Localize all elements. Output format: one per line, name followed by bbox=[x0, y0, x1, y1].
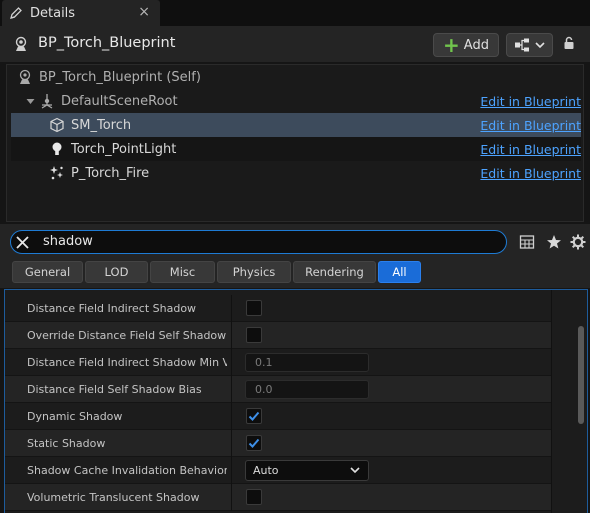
dropdown-value: Auto bbox=[253, 464, 279, 477]
property-name: Distance Field Indirect Shadow Min Visib… bbox=[27, 356, 227, 369]
filter-all[interactable]: All bbox=[378, 261, 421, 283]
edit-in-blueprint-link[interactable]: Edit in Blueprint bbox=[480, 166, 581, 181]
property-row: Static Shadow bbox=[5, 430, 551, 457]
column-divider[interactable] bbox=[231, 295, 232, 322]
tree-item-label: DefaultSceneRoot bbox=[61, 93, 178, 109]
filter-rendering[interactable]: Rendering bbox=[293, 261, 376, 283]
static-mesh-icon bbox=[50, 117, 64, 133]
star-icon[interactable] bbox=[546, 234, 562, 250]
tree-item-label: SM_Torch bbox=[71, 117, 132, 133]
column-divider[interactable] bbox=[231, 430, 232, 457]
table-view-icon[interactable] bbox=[519, 234, 535, 250]
column-divider[interactable] bbox=[231, 349, 232, 376]
scene-root-icon bbox=[41, 94, 53, 109]
reset-column-divider bbox=[551, 290, 552, 513]
tree-row-sm-torch[interactable]: SM_Torch Edit in Blueprint bbox=[11, 113, 581, 137]
search-input[interactable]: shadow bbox=[10, 230, 507, 254]
property-checkbox[interactable] bbox=[246, 327, 262, 343]
tree-row-self[interactable]: BP_Torch_Blueprint (Self) bbox=[11, 65, 581, 89]
close-icon[interactable]: × bbox=[138, 4, 150, 20]
property-row: Distance Field Self Shadow Bias 0.0 bbox=[5, 376, 551, 403]
column-divider[interactable] bbox=[231, 457, 232, 484]
tab-bar: Details × bbox=[0, 0, 590, 26]
property-row: Distance Field Indirect Shadow bbox=[5, 295, 551, 322]
edit-in-blueprint-link[interactable]: Edit in Blueprint bbox=[480, 142, 581, 157]
property-checkbox[interactable] bbox=[246, 435, 262, 451]
tab-details[interactable]: Details × bbox=[2, 0, 160, 26]
property-name: Distance Field Self Shadow Bias bbox=[27, 383, 202, 396]
component-tree: BP_Torch_Blueprint (Self) DefaultSceneRo… bbox=[6, 64, 584, 222]
filter-misc[interactable]: Misc bbox=[150, 261, 215, 283]
tree-item-label: Torch_PointLight bbox=[71, 141, 177, 157]
expand-arrow-icon[interactable] bbox=[26, 97, 35, 106]
add-component-button[interactable]: + Add bbox=[433, 33, 499, 57]
property-row: Volumetric Translucent Shadow bbox=[5, 484, 551, 511]
hierarchy-icon bbox=[515, 38, 529, 52]
property-checkbox[interactable] bbox=[246, 489, 262, 505]
column-divider[interactable] bbox=[231, 376, 232, 403]
tab-label: Details bbox=[30, 5, 76, 21]
category-filters: General LOD Misc Physics Rendering All bbox=[12, 261, 421, 283]
vertical-scrollbar[interactable] bbox=[578, 326, 584, 424]
property-checkbox[interactable] bbox=[246, 300, 262, 316]
particle-icon bbox=[50, 166, 63, 180]
search-value: shadow bbox=[43, 234, 93, 249]
property-row: Dynamic Shadow bbox=[5, 403, 551, 430]
chevron-down-icon bbox=[535, 42, 545, 49]
column-divider[interactable] bbox=[231, 484, 232, 511]
gear-icon[interactable] bbox=[570, 234, 586, 250]
column-divider[interactable] bbox=[231, 403, 232, 430]
edit-in-blueprint-link[interactable]: Edit in Blueprint bbox=[480, 118, 581, 133]
property-name: Static Shadow bbox=[27, 437, 106, 450]
property-number-field[interactable]: 0.1 bbox=[245, 353, 369, 372]
tree-row-torch-pointlight[interactable]: Torch_PointLight Edit in Blueprint bbox=[11, 137, 581, 161]
properties-panel: Distance Field Indirect Shadow Override … bbox=[4, 289, 588, 513]
actor-icon bbox=[15, 36, 27, 51]
property-name: Override Distance Field Self Shadow Bias bbox=[27, 329, 227, 342]
filter-physics[interactable]: Physics bbox=[217, 261, 291, 283]
light-bulb-icon bbox=[52, 142, 62, 155]
property-checkbox[interactable] bbox=[246, 408, 262, 424]
plus-icon: + bbox=[443, 33, 460, 57]
property-name: Shadow Cache Invalidation Behavior bbox=[27, 464, 227, 477]
tree-self-label: BP_Torch_Blueprint (Self) bbox=[39, 69, 201, 85]
property-row: Shadow Cache Invalidation Behavior Auto bbox=[5, 457, 551, 484]
edit-in-blueprint-link[interactable]: Edit in Blueprint bbox=[480, 94, 581, 109]
filter-lod[interactable]: LOD bbox=[85, 261, 148, 283]
lock-icon[interactable] bbox=[562, 36, 576, 50]
property-number-field[interactable]: 0.0 bbox=[245, 380, 369, 399]
chevron-down-icon bbox=[350, 467, 360, 474]
property-dropdown[interactable]: Auto bbox=[245, 460, 369, 481]
property-name: Dynamic Shadow bbox=[27, 410, 123, 423]
actor-title: BP_Torch_Blueprint bbox=[38, 35, 176, 51]
details-header: BP_Torch_Blueprint + Add bbox=[0, 26, 590, 62]
property-name: Distance Field Indirect Shadow bbox=[27, 302, 197, 315]
property-row: Distance Field Indirect Shadow Min Visib… bbox=[5, 349, 551, 376]
checkmark-icon bbox=[248, 411, 260, 421]
pencil-icon bbox=[10, 7, 22, 19]
search-area: shadow General LOD Misc Physics Renderin… bbox=[0, 224, 590, 288]
tree-item-label: P_Torch_Fire bbox=[71, 165, 150, 181]
add-button-label: Add bbox=[463, 37, 489, 53]
clear-search-icon[interactable] bbox=[15, 235, 30, 250]
hierarchy-options-button[interactable] bbox=[506, 33, 553, 57]
column-divider[interactable] bbox=[231, 322, 232, 349]
checkmark-icon bbox=[248, 438, 260, 448]
filter-general[interactable]: General bbox=[12, 261, 83, 283]
property-name: Volumetric Translucent Shadow bbox=[27, 491, 200, 504]
actor-icon bbox=[19, 69, 31, 84]
property-row: Override Distance Field Self Shadow Bias bbox=[5, 322, 551, 349]
tree-row-default-scene-root[interactable]: DefaultSceneRoot Edit in Blueprint bbox=[11, 89, 581, 113]
tree-row-p-torch-fire[interactable]: P_Torch_Fire Edit in Blueprint bbox=[11, 161, 581, 185]
